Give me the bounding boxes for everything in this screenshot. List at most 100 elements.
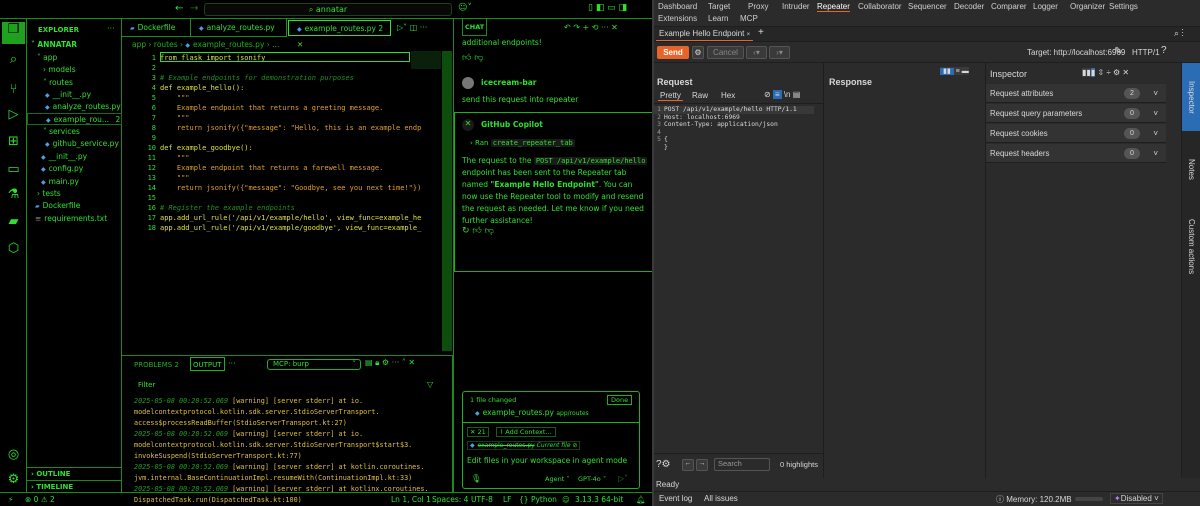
inspector-section[interactable]: Request headers 0 ˅: [986, 144, 1166, 163]
output-channel-select[interactable]: MCP: burp ˅: [267, 359, 361, 370]
copilot-status-icon[interactable]: ☺: [562, 493, 570, 506]
all-issues-button[interactable]: All issues: [704, 494, 738, 503]
add-tab-icon[interactable]: +: [758, 27, 764, 38]
send-button[interactable]: Send: [657, 46, 689, 59]
menu-collaborator[interactable]: Collaborator: [858, 2, 902, 11]
scrollbar[interactable]: [442, 51, 452, 351]
python-interpreter[interactable]: 3.13.3 64-bit: [575, 493, 623, 506]
back-button[interactable]: ‹▾: [746, 46, 767, 59]
next-match-icon[interactable]: →: [696, 459, 708, 471]
side-tab-inspector[interactable]: Inspector: [1182, 63, 1200, 131]
send-icon[interactable]: ▷˅: [618, 474, 628, 483]
microphone-icon[interactable]: 🎙︎: [471, 474, 481, 483]
testing-icon[interactable]: ⚗: [6, 187, 21, 202]
chat-actions[interactable]: ↶ ↷ + ⟲ ··· ✕: [564, 23, 618, 32]
prev-match-icon[interactable]: ←: [682, 459, 694, 471]
inspector-section[interactable]: Request attributes 2 ˅: [986, 84, 1166, 103]
search-icon[interactable]: ⌕: [6, 52, 21, 67]
explorer-icon[interactable]: ❐: [2, 22, 25, 44]
event-log-button[interactable]: Event log: [659, 494, 692, 503]
changed-file[interactable]: ◆ example_routes.py app/routes: [475, 408, 589, 417]
problems-status[interactable]: ⊗ 0 ⚠ 2: [25, 493, 55, 506]
forward-icon[interactable]: →: [190, 3, 198, 14]
crumb[interactable]: routes: [154, 40, 178, 49]
chevron-down-icon[interactable]: ˅: [1153, 84, 1158, 103]
more-icon[interactable]: ···: [228, 359, 236, 368]
forward-button[interactable]: ›▾: [769, 46, 790, 59]
run-debug-icon[interactable]: ▷: [6, 107, 21, 122]
command-search[interactable]: ⌕ annatar: [204, 3, 452, 16]
tree-file[interactable]: ◆ __init__.py: [27, 89, 122, 101]
tree-file[interactable]: ◆ analyze_routes.py: [27, 101, 122, 113]
run-icon[interactable]: ▷˅ ◫ ···: [397, 23, 427, 32]
tab-pretty[interactable]: Pretty: [658, 91, 683, 101]
menu-proxy[interactable]: Proxy: [748, 2, 768, 11]
source-control-icon[interactable]: ⑂: [6, 82, 21, 97]
menu-learn[interactable]: Learn: [708, 14, 728, 23]
tree-folder-routes[interactable]: ˅ routes: [27, 77, 122, 89]
close-icon[interactable]: ×: [747, 32, 751, 38]
menu-mcp[interactable]: MCP: [740, 14, 758, 23]
back-icon[interactable]: ←: [175, 3, 183, 14]
edit-target-icon[interactable]: ✎: [1114, 46, 1122, 57]
encoding[interactable]: UTF-8: [471, 493, 493, 506]
menu-settings[interactable]: Settings: [1109, 2, 1138, 11]
container-icon[interactable]: ⬡: [6, 241, 21, 256]
remote-icon[interactable]: ⚡: [8, 493, 13, 506]
menu-sequencer[interactable]: Sequencer: [908, 2, 947, 11]
extensions-icon[interactable]: ⊞: [6, 134, 21, 149]
tab-hex[interactable]: Hex: [721, 91, 735, 100]
copilot-icon[interactable]: ☺˅: [458, 3, 472, 13]
tab-dockerfile[interactable]: ▰ Dockerfile: [122, 19, 191, 37]
cancel-button[interactable]: Cancel: [707, 46, 744, 59]
tree-folder-tests[interactable]: › tests: [27, 188, 122, 200]
ai-toggle[interactable]: ✦Disabled ˅: [1110, 493, 1163, 504]
crumb[interactable]: example_routes.py: [193, 40, 264, 49]
inspector-section[interactable]: Request cookies 0 ˅: [986, 124, 1166, 143]
tree-file-selected[interactable]: ◆ example_rou... 2: [27, 113, 122, 125]
inspector-section[interactable]: Request query parameters 0 ˅: [986, 104, 1166, 123]
request-editor[interactable]: 1 POST /api/v1/example/hello HTTP/1.1 2 Hos…: [654, 103, 824, 433]
chevron-down-icon[interactable]: ˅: [1153, 124, 1158, 143]
crumb[interactable]: app: [132, 40, 146, 49]
tree-file[interactable]: ◆ github_service.py: [27, 138, 122, 150]
remote-explorer-icon[interactable]: ▭: [6, 162, 21, 177]
help-icon[interactable]: ?⚙: [656, 459, 671, 470]
outline-section[interactable]: › OUTLINE: [27, 467, 122, 479]
http-version[interactable]: HTTP/1: [1132, 48, 1160, 57]
help-icon[interactable]: ?: [1161, 45, 1167, 56]
tree-file[interactable]: ◆ __init__.py: [27, 151, 122, 163]
response-actions[interactable]: ↻ 👍︎ 👎︎: [462, 225, 648, 237]
filter-input[interactable]: Filter: [138, 381, 155, 389]
cursor-position[interactable]: Ln 1, Col 1: [391, 493, 431, 506]
chevron-down-icon[interactable]: ˅: [1153, 144, 1158, 163]
menu-comparer[interactable]: Comparer: [991, 2, 1027, 11]
search-icon[interactable]: ⌕ ⋮: [1174, 28, 1184, 39]
mode-select[interactable]: Agent ˅: [545, 475, 570, 483]
tree-root[interactable]: ˅ ANNATAR: [27, 39, 122, 51]
menu-decoder[interactable]: Decoder: [954, 2, 984, 11]
tab-example-routes[interactable]: ◆ example_routes.py 2 ✕: [288, 20, 391, 49]
eol[interactable]: LF: [503, 493, 512, 506]
tab-analyze-routes[interactable]: ◆ analyze_routes.py: [191, 19, 287, 37]
settings-gear-icon[interactable]: ⚙: [692, 46, 704, 59]
tree-file[interactable]: ≡ requirements.txt: [27, 213, 122, 225]
model-select[interactable]: GPT-4o ˅: [578, 475, 606, 483]
side-tab-notes[interactable]: Notes: [1182, 143, 1200, 180]
tree-file[interactable]: ◆ main.py: [27, 176, 122, 188]
tab-raw[interactable]: Raw: [692, 91, 708, 100]
close-icon[interactable]: ✕: [297, 40, 303, 49]
tree-file[interactable]: ▰ Dockerfile: [27, 200, 122, 212]
menu-intruder[interactable]: Intruder: [782, 2, 810, 11]
timeline-section[interactable]: › TIMELINE: [27, 480, 122, 492]
indentation[interactable]: Spaces: 4: [432, 493, 468, 506]
tab-output[interactable]: OUTPUT: [190, 357, 225, 371]
panel-actions[interactable]: ▤ 🔒︎ ⚙ ··· ˄ ✕: [365, 358, 415, 368]
code-editor[interactable]: 1 from flask import jsonify 2 3 # Example en…: [122, 53, 453, 253]
docker-icon[interactable]: ▰: [6, 214, 21, 229]
feedback-icons[interactable]: 👍︎ 👎︎: [462, 52, 648, 64]
tree-folder-services[interactable]: ˅ services: [27, 126, 122, 138]
search-input[interactable]: Search: [714, 458, 770, 471]
tab-problems[interactable]: PROBLEMS 2: [134, 361, 179, 369]
tree-folder-models[interactable]: › models: [27, 64, 122, 76]
